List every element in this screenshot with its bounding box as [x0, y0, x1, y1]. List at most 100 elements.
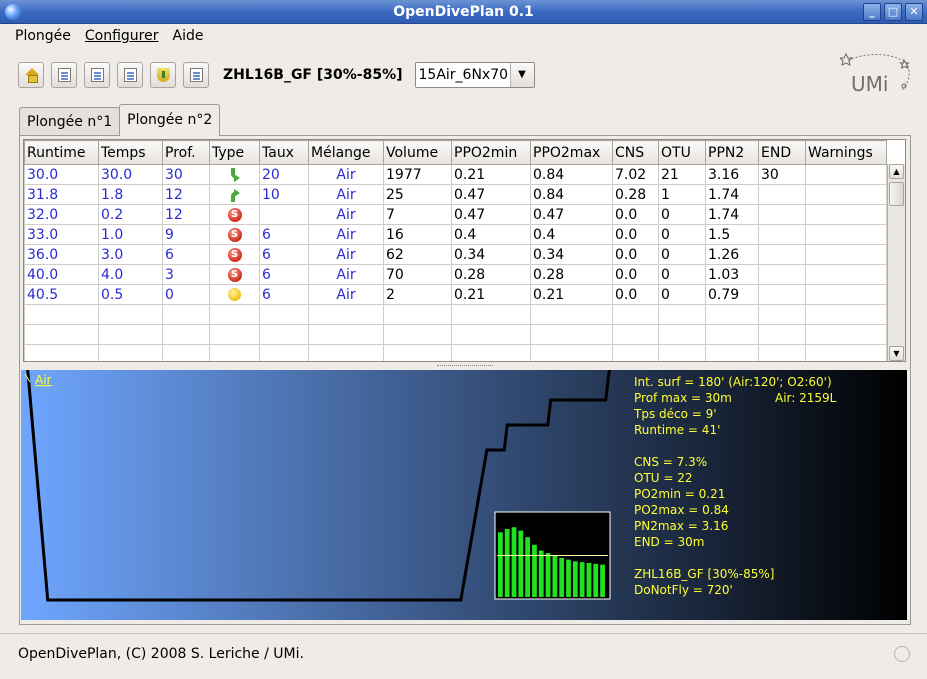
- cell-temps[interactable]: 3.0: [98, 244, 163, 265]
- cell-otu[interactable]: 0: [658, 244, 706, 265]
- tab-plongee-2[interactable]: Plongée n°2: [119, 104, 221, 136]
- column-header-10[interactable]: OTU: [658, 140, 706, 165]
- cell-temps[interactable]: 30.0: [98, 164, 163, 185]
- cell-prof[interactable]: 3: [162, 264, 210, 285]
- cell-melange[interactable]: Air: [308, 264, 384, 285]
- cell-end[interactable]: [758, 264, 806, 285]
- cell-type[interactable]: [209, 164, 260, 185]
- maximize-button[interactable]: □: [884, 3, 902, 21]
- cell-taux[interactable]: 20: [259, 164, 309, 185]
- cell-type[interactable]: [209, 284, 260, 305]
- cell-otu[interactable]: 1: [658, 184, 706, 205]
- menu-configurer[interactable]: Configurer: [78, 24, 166, 48]
- cell-volume[interactable]: 62: [383, 244, 452, 265]
- add-button[interactable]: [183, 62, 209, 88]
- cell-ppo2max[interactable]: 0.84: [530, 184, 613, 205]
- cell-taux[interactable]: 6: [259, 244, 309, 265]
- cell-volume[interactable]: 1977: [383, 164, 452, 185]
- cell-prof[interactable]: 9: [162, 224, 210, 245]
- cell-end[interactable]: [758, 284, 806, 305]
- cell-type[interactable]: S: [209, 224, 260, 245]
- cell-taux[interactable]: 10: [259, 184, 309, 205]
- edit-button[interactable]: [84, 62, 110, 88]
- cell-volume[interactable]: 2: [383, 284, 452, 305]
- menu-plongee[interactable]: Plongée: [8, 24, 78, 48]
- cell-ppo2min[interactable]: 0.47: [451, 204, 531, 225]
- cell-melange[interactable]: Air: [308, 224, 384, 245]
- refresh-button[interactable]: [51, 62, 77, 88]
- cell-taux[interactable]: 6: [259, 284, 309, 305]
- cell-end[interactable]: [758, 224, 806, 245]
- cell-runtime[interactable]: 30.0: [24, 164, 99, 185]
- minimize-button[interactable]: _: [863, 3, 881, 21]
- table-row[interactable]: 40.0 4.0 3 S 6 Air 70 0.28 0.28 0.0 0 1.03: [24, 264, 887, 285]
- cell-warnings[interactable]: [805, 244, 887, 265]
- cell-warnings[interactable]: [805, 224, 887, 245]
- cell-temps[interactable]: 0.5: [98, 284, 163, 305]
- column-header-12[interactable]: END: [758, 140, 806, 165]
- cell-cns[interactable]: 7.02: [612, 164, 659, 185]
- delete-button[interactable]: [117, 62, 143, 88]
- cell-volume[interactable]: 25: [383, 184, 452, 205]
- cell-temps[interactable]: 4.0: [98, 264, 163, 285]
- menu-aide[interactable]: Aide: [166, 24, 211, 48]
- shield-button[interactable]: [150, 62, 176, 88]
- cell-ppo2max[interactable]: 0.28: [530, 264, 613, 285]
- cell-melange[interactable]: Air: [308, 244, 384, 265]
- cell-ppo2min[interactable]: 0.21: [451, 284, 531, 305]
- cell-warnings[interactable]: [805, 164, 887, 185]
- cell-taux[interactable]: 6: [259, 224, 309, 245]
- table-scrollbar[interactable]: ▲ ▼: [887, 164, 905, 361]
- cell-otu[interactable]: 0: [658, 264, 706, 285]
- cell-runtime[interactable]: 31.8: [24, 184, 99, 205]
- column-header-8[interactable]: PPO2max: [530, 140, 613, 165]
- cell-ppo2min[interactable]: 0.21: [451, 164, 531, 185]
- scroll-down-button[interactable]: ▼: [889, 346, 904, 361]
- cell-ppo2min[interactable]: 0.47: [451, 184, 531, 205]
- column-header-3[interactable]: Type: [209, 140, 260, 165]
- table-row[interactable]: 40.5 0.5 0 6 Air 2 0.21 0.21 0.0 0 0.79: [24, 284, 887, 305]
- cell-ppo2max[interactable]: 0.34: [530, 244, 613, 265]
- cell-prof[interactable]: 30: [162, 164, 210, 185]
- cell-ppn2[interactable]: 0.79: [705, 284, 759, 305]
- cell-taux[interactable]: [259, 204, 309, 225]
- cell-otu[interactable]: 0: [658, 284, 706, 305]
- tab-plongee-1[interactable]: Plongée n°1: [19, 107, 121, 136]
- cell-cns[interactable]: 0.0: [612, 264, 659, 285]
- cell-end[interactable]: 30: [758, 164, 806, 185]
- cell-ppn2[interactable]: 1.03: [705, 264, 759, 285]
- cell-melange[interactable]: Air: [308, 204, 384, 225]
- scroll-up-button[interactable]: ▲: [889, 164, 904, 179]
- column-header-7[interactable]: PPO2min: [451, 140, 531, 165]
- column-header-2[interactable]: Prof.: [162, 140, 210, 165]
- cell-temps[interactable]: 0.2: [98, 204, 163, 225]
- cell-prof[interactable]: 12: [162, 184, 210, 205]
- cell-ppo2min[interactable]: 0.4: [451, 224, 531, 245]
- cell-taux[interactable]: 6: [259, 264, 309, 285]
- cell-type[interactable]: [209, 184, 260, 205]
- cell-temps[interactable]: 1.0: [98, 224, 163, 245]
- column-header-13[interactable]: Warnings: [805, 140, 887, 165]
- column-header-6[interactable]: Volume: [383, 140, 452, 165]
- cell-volume[interactable]: 16: [383, 224, 452, 245]
- cell-volume[interactable]: 7: [383, 204, 452, 225]
- cell-ppo2max[interactable]: 0.84: [530, 164, 613, 185]
- cell-runtime[interactable]: 40.0: [24, 264, 99, 285]
- cell-runtime[interactable]: 33.0: [24, 224, 99, 245]
- table-row[interactable]: 30.0 30.0 30 20 Air 1977 0.21 0.84 7.02 21 3.16 30: [24, 164, 887, 185]
- cell-prof[interactable]: 6: [162, 244, 210, 265]
- column-header-9[interactable]: CNS: [612, 140, 659, 165]
- cell-type[interactable]: S: [209, 244, 260, 265]
- cell-cns[interactable]: 0.0: [612, 284, 659, 305]
- cell-warnings[interactable]: [805, 284, 887, 305]
- cell-ppn2[interactable]: 3.16: [705, 164, 759, 185]
- column-header-4[interactable]: Taux: [259, 140, 309, 165]
- home-button[interactable]: [18, 62, 44, 88]
- cell-cns[interactable]: 0.28: [612, 184, 659, 205]
- cell-prof[interactable]: 12: [162, 204, 210, 225]
- cell-end[interactable]: [758, 184, 806, 205]
- splitter-handle[interactable]: [23, 362, 906, 370]
- cell-type[interactable]: S: [209, 264, 260, 285]
- cell-cns[interactable]: 0.0: [612, 244, 659, 265]
- cell-warnings[interactable]: [805, 204, 887, 225]
